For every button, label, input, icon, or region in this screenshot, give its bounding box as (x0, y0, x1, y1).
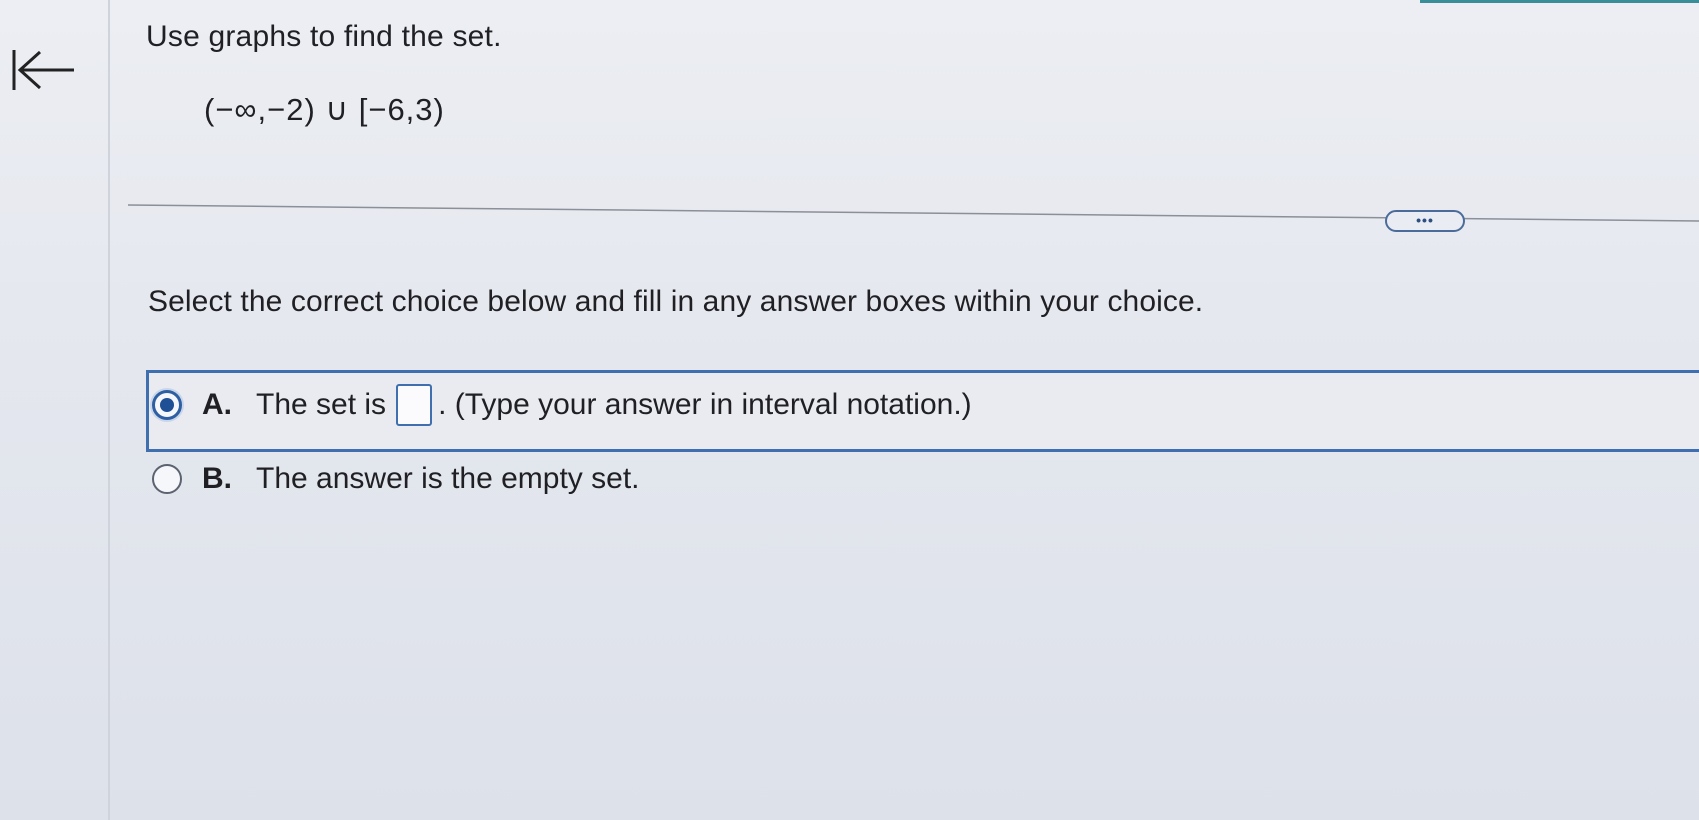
choice-b-text: The answer is the empty set. (256, 462, 640, 495)
collapse-left-arrow-icon (12, 50, 74, 90)
radio-unselected-icon[interactable] (152, 464, 182, 494)
choice-a-text-after: . (Type your answer in interval notation… (438, 388, 972, 421)
radio-selected-icon[interactable] (152, 390, 182, 420)
left-rail (0, 0, 110, 820)
choice-a-letter: A. (202, 388, 232, 421)
choice-b[interactable]: B. The answer is the empty set. (152, 462, 640, 496)
choice-a-text-before: The set is (256, 388, 387, 421)
instructions-text: Select the correct choice below and fill… (148, 285, 1204, 318)
more-options-button[interactable]: ••• (1385, 210, 1465, 232)
section-divider (128, 204, 1699, 222)
collapse-back-button[interactable] (8, 46, 78, 96)
choice-a[interactable]: A. The set is . (Type your answer in int… (152, 384, 972, 426)
choice-b-letter: B. (202, 462, 232, 495)
answer-input-box[interactable] (396, 384, 433, 426)
